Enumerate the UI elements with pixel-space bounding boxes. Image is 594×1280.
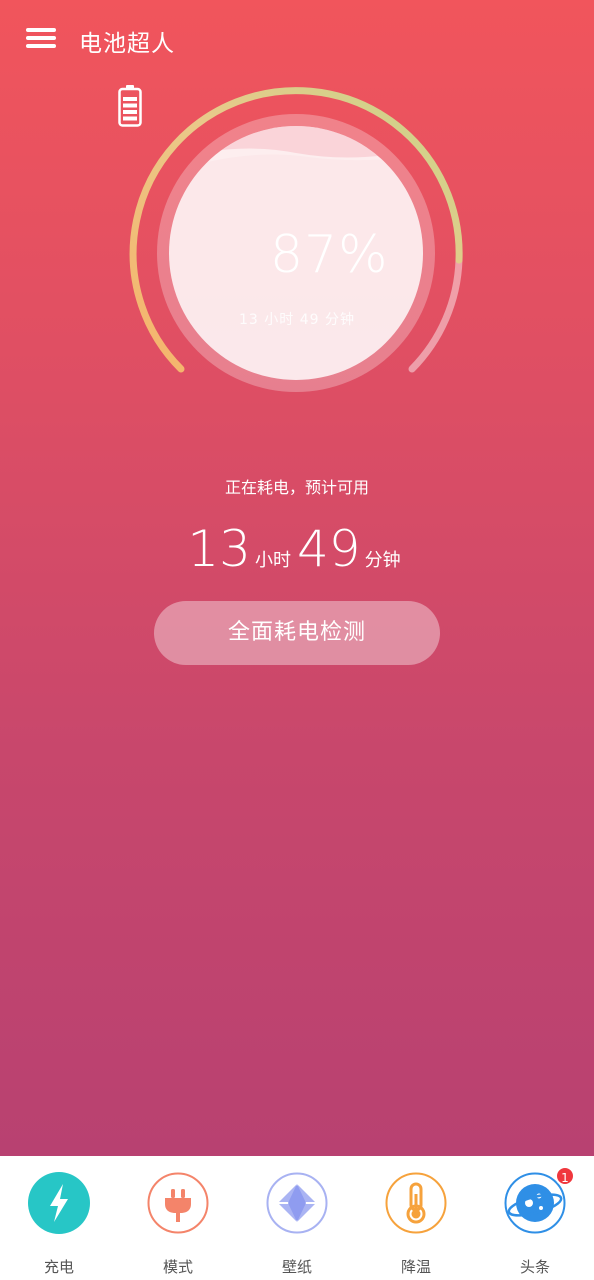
nav-item-charge[interactable]: 充电	[9, 1172, 109, 1276]
plug-icon	[147, 1172, 209, 1234]
thermometer-icon	[385, 1172, 447, 1234]
battery-percent: 87%	[270, 225, 389, 285]
nav-item-mode[interactable]: 模式	[128, 1172, 228, 1276]
nav-label-mode: 模式	[162, 1258, 193, 1276]
battery-icon	[118, 85, 142, 127]
nav-label-charge: 充电	[43, 1258, 74, 1276]
nav-label-wallpaper: 壁纸	[281, 1258, 312, 1276]
status-text: 正在耗电，预计可用	[224, 478, 369, 497]
nav-item-cooling[interactable]: 降温	[366, 1172, 466, 1276]
main-screen: 电池超人 87% 13 小时 49 分钟 正在耗电，预计可用 13 小时 49 …	[0, 0, 594, 1156]
menu-icon[interactable]	[26, 26, 58, 52]
diamond-icon	[266, 1172, 328, 1234]
hours-value: 13	[187, 520, 251, 578]
nav-item-headlines[interactable]: 1 头条	[485, 1166, 585, 1276]
battery-gauge: 87% 13 小时 49 分钟	[118, 85, 476, 405]
remaining-time-small: 13 小时 49 分钟	[239, 312, 355, 328]
bottom-nav: 充电 模式 壁纸 降温 1 头条	[0, 1156, 594, 1280]
gauge-center: 87% 13 小时 49 分钟	[118, 85, 476, 405]
power-detection-button[interactable]: 全面耗电检测	[154, 601, 440, 665]
minutes-value: 49	[297, 520, 361, 578]
top-bar: 电池超人	[0, 0, 594, 80]
nav-label-headlines: 头条	[519, 1258, 550, 1276]
notification-badge: 1	[555, 1166, 575, 1186]
hours-unit: 小时	[255, 550, 291, 571]
nav-item-wallpaper[interactable]: 壁纸	[247, 1172, 347, 1276]
minutes-unit: 分钟	[364, 550, 401, 571]
remaining-time-large: 13 小时 49 分钟	[0, 520, 594, 578]
lightning-icon	[28, 1172, 90, 1234]
nav-label-cooling: 降温	[400, 1258, 431, 1276]
app-title: 电池超人	[79, 31, 175, 57]
